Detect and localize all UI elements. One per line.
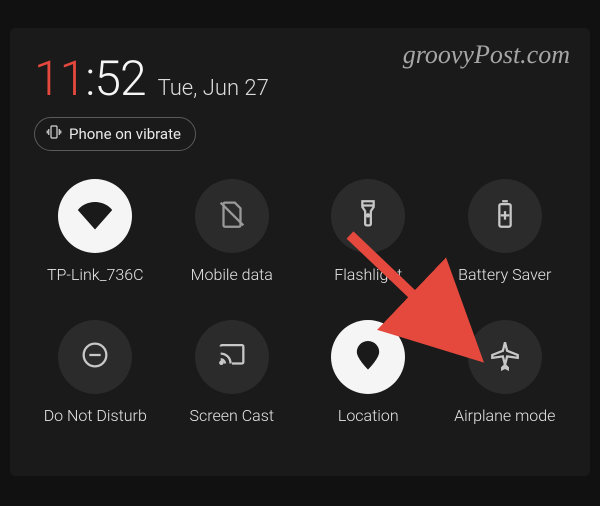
battery-plus-icon <box>488 197 522 235</box>
flashlight-icon <box>351 197 385 235</box>
dnd-toggle[interactable] <box>58 320 132 394</box>
tile-wifi: TP-Link_736C <box>34 179 157 284</box>
dnd-icon <box>78 338 112 376</box>
clock: 11:52 <box>34 50 146 107</box>
mobile-data-label: Mobile data <box>191 265 273 284</box>
cast-icon <box>215 338 249 376</box>
ringer-mode-label: Phone on vibrate <box>69 125 181 143</box>
wifi-toggle[interactable] <box>58 179 132 253</box>
tile-screen-cast: Screen Cast <box>171 320 294 425</box>
tile-battery-saver: Battery Saver <box>444 179 567 284</box>
flashlight-label: Flashlight <box>334 265 402 284</box>
quick-settings-panel: 11:52 Tue, Jun 27 Phone on vibrate TP-Li… <box>10 28 590 476</box>
watermark-text: groovyPost.com <box>403 40 570 70</box>
tile-dnd: Do Not Disturb <box>34 320 157 425</box>
wifi-icon <box>78 197 112 235</box>
dnd-label: Do Not Disturb <box>44 406 147 425</box>
battery-saver-toggle[interactable] <box>468 179 542 253</box>
tiles-grid: TP-Link_736C Mobile data <box>34 179 566 425</box>
location-pin-icon <box>351 338 385 376</box>
screen-cast-label: Screen Cast <box>190 406 274 425</box>
mobile-data-toggle[interactable] <box>195 179 269 253</box>
airplane-mode-label: Airplane mode <box>454 406 555 425</box>
airplane-mode-toggle[interactable] <box>468 320 542 394</box>
location-label: Location <box>338 406 399 425</box>
vibrate-icon <box>45 123 63 145</box>
airplane-icon <box>488 338 522 376</box>
sim-off-icon <box>215 197 249 235</box>
battery-saver-label: Battery Saver <box>458 265 551 284</box>
tile-mobile-data: Mobile data <box>171 179 294 284</box>
date-label: Tue, Jun 27 <box>158 76 269 101</box>
location-toggle[interactable] <box>331 320 405 394</box>
ringer-mode-chip[interactable]: Phone on vibrate <box>34 117 196 151</box>
tile-airplane: Airplane mode <box>444 320 567 425</box>
flashlight-toggle[interactable] <box>331 179 405 253</box>
wifi-label: TP-Link_736C <box>47 265 144 284</box>
screen-cast-toggle[interactable] <box>195 320 269 394</box>
tile-location: Location <box>307 320 430 425</box>
tile-flashlight: Flashlight <box>307 179 430 284</box>
